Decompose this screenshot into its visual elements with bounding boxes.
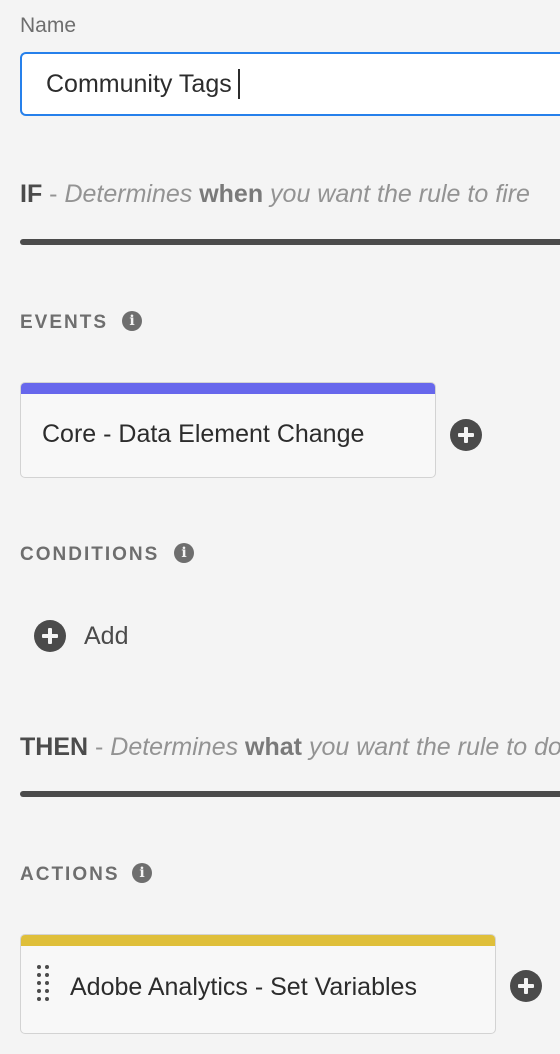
if-description-emphasis: when [199, 180, 264, 208]
name-input[interactable]: Community Tags [20, 52, 560, 116]
then-section-heading: THEN - Determines what you want the rule… [20, 733, 560, 762]
then-description-end: you want the rule to do [302, 733, 560, 761]
add-condition-button[interactable]: Add [34, 620, 144, 654]
then-description-emphasis: what [245, 733, 302, 761]
event-card[interactable]: Core - Data Element Change [20, 382, 436, 478]
if-dash: - [42, 180, 65, 208]
if-keyword: IF [20, 180, 43, 208]
then-keyword: THEN [20, 733, 89, 761]
if-section-divider [20, 239, 560, 245]
events-label: EVENTS [20, 312, 109, 333]
add-event-plus-icon[interactable] [450, 419, 482, 451]
drag-handle-icon[interactable] [37, 965, 53, 1003]
text-cursor [237, 69, 240, 99]
events-info-icon[interactable]: i [122, 311, 142, 331]
conditions-label: CONDITIONS [20, 544, 160, 565]
conditions-info-icon[interactable]: i [174, 543, 194, 563]
event-card-label: Core - Data Element Change [42, 420, 365, 448]
action-card-label: Adobe Analytics - Set Variables [70, 973, 417, 1001]
if-section-heading: IF - Determines when you want the rule t… [20, 180, 530, 209]
then-description-start: Determines [110, 733, 246, 761]
actions-info-icon[interactable]: i [132, 863, 152, 883]
then-section-divider [20, 791, 560, 797]
action-card[interactable]: Adobe Analytics - Set Variables [20, 934, 496, 1034]
add-condition-label: Add [84, 622, 129, 650]
then-dash: - [88, 733, 111, 761]
add-action-plus-icon[interactable] [510, 970, 542, 1002]
add-condition-plus-icon [34, 620, 66, 652]
action-card-stripe [21, 935, 495, 946]
name-label: Name [20, 14, 77, 37]
name-input-value: Community Tags [46, 69, 232, 98]
event-card-stripe [21, 383, 435, 394]
actions-label: ACTIONS [20, 864, 120, 885]
if-description-end: you want the rule to fire [263, 180, 530, 208]
if-description-start: Determines [64, 180, 200, 208]
